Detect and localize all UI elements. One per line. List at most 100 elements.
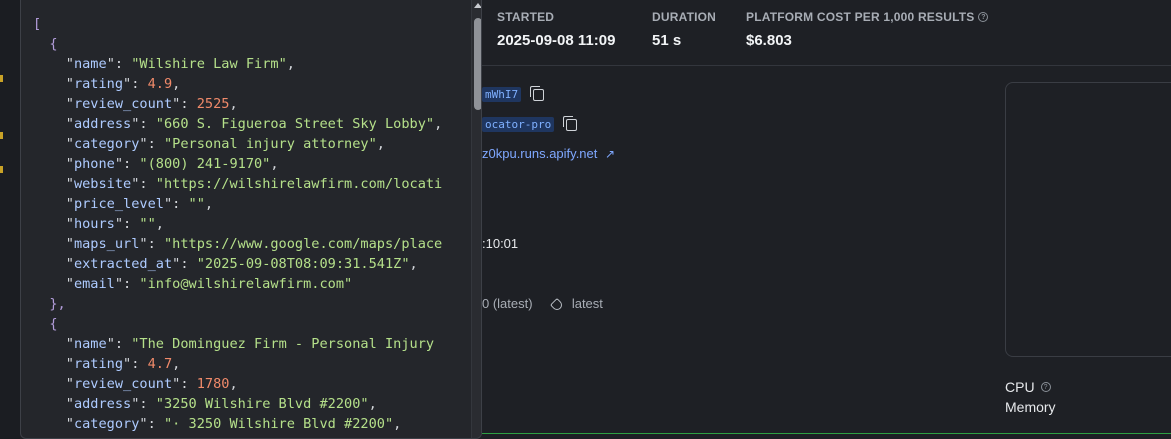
json-comma: ,	[434, 116, 443, 132]
json-line: "rating": 4.9,	[33, 74, 442, 94]
json-comma: ,	[172, 76, 181, 92]
run-id-chip: mWhI7	[482, 87, 522, 102]
json-comma: ,	[376, 136, 385, 152]
json-line: "hours": "",	[33, 214, 442, 234]
json-value: 1780	[196, 376, 230, 392]
json-value: 2525	[196, 96, 230, 112]
json-line: "name": "The Dominguez Firm - Personal I…	[33, 334, 442, 354]
copy-icon[interactable]	[562, 115, 577, 131]
json-value: "Wilshire Law Firm"	[131, 56, 287, 72]
json-comma: ,	[368, 396, 377, 412]
build-tag: latest	[571, 296, 603, 311]
container-url-row[interactable]: z0kpu.runs.apify.net ↗	[482, 146, 615, 161]
json-line: },	[33, 294, 442, 314]
scroll-up-arrow-icon[interactable]	[474, 3, 481, 8]
json-key: rating	[73, 356, 124, 372]
json-key: maps_url	[73, 236, 140, 252]
json-bracket: [	[33, 16, 42, 32]
json-key: category	[73, 136, 140, 152]
tag-icon	[550, 297, 565, 312]
json-colon: ":	[131, 396, 156, 412]
json-line: "extracted_at": "2025-09-08T08:09:31.541…	[33, 254, 442, 274]
json-colon: ":	[106, 336, 132, 352]
json-colon: ":	[172, 376, 197, 392]
json-key: email	[73, 276, 115, 292]
json-quote: "	[65, 176, 74, 192]
edge-marker	[0, 75, 3, 82]
json-line: "price_level": "",	[33, 194, 442, 214]
json-key: extracted_at	[73, 256, 173, 272]
json-output-popup[interactable]: [ { "name": "Wilshire Law Firm", "rating…	[20, 0, 482, 439]
json-key: review_count	[73, 96, 173, 112]
edge-marker	[0, 166, 3, 173]
json-comma: ,	[155, 216, 164, 232]
json-key: phone	[73, 156, 115, 172]
json-value: 4.7	[147, 356, 173, 372]
json-comma: ,	[286, 56, 295, 72]
stat-started: STARTED 2025-09-08 11:09	[497, 10, 615, 49]
actor-chip: ocator-pro	[482, 117, 555, 132]
json-colon: ":	[114, 156, 140, 172]
actor-row: ocator-pro	[482, 115, 577, 132]
json-colon: ":	[114, 216, 140, 232]
json-quote: "	[65, 216, 74, 232]
json-line: "email": "info@wilshirelawfirm.com"	[33, 274, 442, 294]
json-colon: ":	[131, 176, 156, 192]
build-version: 0 (latest)	[482, 296, 533, 311]
json-comma: ,	[204, 196, 214, 212]
scroll-thumb[interactable]	[474, 18, 481, 110]
json-quote: "	[65, 76, 74, 92]
cpu-metric: CPU ?	[1005, 379, 1051, 395]
json-bracket: {	[49, 316, 58, 332]
finished-time-row: :10:01	[482, 236, 518, 251]
json-line: "category": "Personal injury attorney",	[33, 134, 442, 154]
json-value: "660 S. Figueroa Street Sky Lobby"	[155, 116, 435, 132]
stat-duration: DURATION 51 s	[652, 10, 716, 49]
memory-label: Memory	[1005, 399, 1056, 415]
json-value: ""	[188, 196, 205, 212]
json-line: "address": "660 S. Figueroa Street Sky L…	[33, 114, 443, 134]
json-comma: ,	[393, 416, 402, 432]
json-line: [	[33, 14, 442, 34]
json-quote: "	[65, 156, 74, 172]
json-quote: "	[65, 276, 74, 292]
external-link-icon[interactable]: ↗	[605, 147, 615, 161]
stat-value: 2025-09-08 11:09	[497, 32, 616, 49]
popup-scrollbar[interactable]	[471, 0, 481, 438]
json-key: name	[73, 336, 107, 352]
json-colon: ":	[139, 236, 164, 252]
json-line: {	[33, 34, 442, 54]
json-colon: ":	[123, 356, 148, 372]
run-id-row: mWhI7	[482, 85, 544, 102]
json-colon: ":	[114, 276, 140, 292]
status-line	[482, 433, 1171, 434]
json-comma: ,	[172, 356, 181, 372]
stat-label: DURATION	[652, 10, 717, 24]
json-key: rating	[73, 76, 124, 92]
copy-icon[interactable]	[529, 85, 544, 101]
json-key: price_level	[73, 196, 164, 212]
help-circle-icon[interactable]: ?	[978, 12, 989, 22]
json-quote: "	[65, 356, 74, 372]
json-line: {	[33, 314, 442, 334]
stat-platform-cost: PLATFORM COST PER 1,000 RESULTS ? $6.803	[746, 10, 989, 49]
json-key: review_count	[73, 376, 173, 392]
json-line: "website": "https://wilshirelawfirm.com/…	[33, 174, 443, 194]
json-line: "phone": "(800) 241-9170",	[33, 154, 442, 174]
json-quote: "	[65, 416, 74, 432]
json-comma: ,	[409, 256, 418, 272]
json-quote: "	[65, 376, 74, 392]
json-value: "https://www.google.com/maps/place	[163, 236, 443, 252]
json-key: category	[73, 416, 140, 432]
json-key: name	[73, 56, 107, 72]
help-circle-icon[interactable]: ?	[1040, 382, 1051, 392]
json-quote: "	[65, 396, 74, 412]
json-code-view[interactable]: [ { "name": "Wilshire Law Firm", "rating…	[33, 14, 442, 434]
json-bracket: },	[49, 296, 66, 312]
json-quote: "	[65, 136, 74, 152]
container-url-link[interactable]: z0kpu.runs.apify.net	[482, 146, 597, 161]
json-comma: ,	[270, 156, 279, 172]
json-colon: ":	[172, 256, 197, 272]
json-value: 4.9	[147, 76, 173, 92]
json-value: "3250 Wilshire Blvd #2200"	[155, 396, 369, 412]
